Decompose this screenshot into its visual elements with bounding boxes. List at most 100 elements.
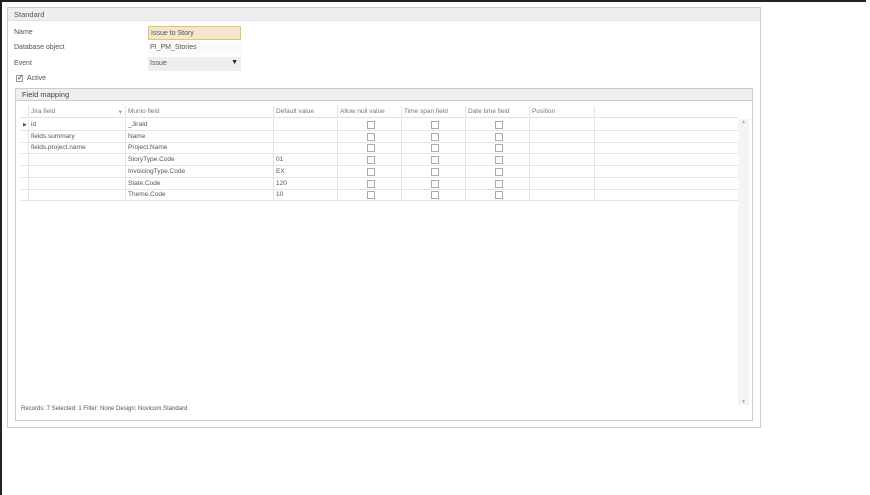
cell-position[interactable] <box>530 130 595 142</box>
cell-time-span[interactable] <box>402 130 466 142</box>
column-header-allow-null[interactable]: Allow null value <box>338 106 402 117</box>
cell-jira-field[interactable]: fields.project.name <box>29 142 126 154</box>
allow-null-checkbox[interactable] <box>367 191 375 200</box>
cell-time-span[interactable] <box>402 119 466 130</box>
date-time-checkbox[interactable] <box>495 144 503 153</box>
cell-time-span[interactable] <box>402 189 466 201</box>
cell-time-span[interactable] <box>402 142 466 154</box>
cell-time-span[interactable] <box>402 154 466 166</box>
scroll-up-icon: ▲ <box>741 119 746 125</box>
table-row[interactable]: InvoicingType.Code EX <box>21 165 738 178</box>
cell-time-span[interactable] <box>402 165 466 177</box>
active-checkbox[interactable]: ✓ Active <box>16 73 47 83</box>
allow-null-checkbox[interactable] <box>367 167 375 176</box>
column-header-munio-field[interactable]: Munio field <box>126 106 274 117</box>
date-time-checkbox[interactable] <box>495 191 503 200</box>
event-select[interactable]: Issue ▼ <box>148 57 241 71</box>
table-row[interactable]: StoryType.Code 01 <box>21 154 738 167</box>
column-header-default-value[interactable]: Default value <box>274 106 338 117</box>
cell-jira-field[interactable] <box>29 154 126 166</box>
cell-allow-null[interactable] <box>338 154 402 166</box>
database-object-field: PI_PM_Stories <box>148 41 241 55</box>
cell-allow-null[interactable] <box>338 189 402 201</box>
field-mapping-group: Field mapping Jira field ▾ Munio field De… <box>15 88 753 421</box>
cell-default-value[interactable] <box>274 119 338 130</box>
cell-allow-null[interactable] <box>338 177 402 189</box>
cell-default-value[interactable]: 10 <box>274 189 338 201</box>
table-row[interactable]: Theme.Code 10 <box>21 189 738 202</box>
cell-jira-field[interactable]: id <box>29 119 126 130</box>
cell-date-time[interactable] <box>466 130 530 142</box>
vertical-scrollbar[interactable]: ▲ ▼ <box>738 119 749 405</box>
allow-null-checkbox[interactable] <box>367 179 375 188</box>
cell-munio-field[interactable]: StoryType.Code <box>126 154 274 166</box>
cell-jira-field[interactable] <box>29 189 126 201</box>
cell-allow-null[interactable] <box>338 142 402 154</box>
cell-date-time[interactable] <box>466 189 530 201</box>
current-row-icon: ▶ <box>23 122 27 128</box>
row-indicator <box>21 189 29 201</box>
column-header-date-time[interactable]: Date time field <box>466 106 530 117</box>
time-span-checkbox[interactable] <box>431 191 439 200</box>
cell-default-value[interactable] <box>274 130 338 142</box>
name-input[interactable]: Issue to Story <box>148 26 241 40</box>
allow-null-checkbox[interactable] <box>367 156 375 165</box>
cell-default-value[interactable]: 01 <box>274 154 338 166</box>
table-row[interactable]: ▶ id _JiraId <box>21 119 738 131</box>
window-frame-left <box>0 0 2 495</box>
cell-position[interactable] <box>530 189 595 201</box>
cell-allow-null[interactable] <box>338 165 402 177</box>
time-span-checkbox[interactable] <box>431 179 439 188</box>
cell-jira-field[interactable]: fields.summary <box>29 130 126 142</box>
active-label: Active <box>26 75 47 83</box>
cell-position[interactable] <box>530 142 595 154</box>
scroll-down-icon: ▼ <box>741 399 746 405</box>
grid-header: Jira field ▾ Munio field Default value Al… <box>21 106 738 118</box>
allow-null-checkbox[interactable] <box>367 144 375 153</box>
time-span-checkbox[interactable] <box>431 167 439 176</box>
time-span-checkbox[interactable] <box>431 121 439 129</box>
cell-munio-field[interactable]: Project.Name <box>126 142 274 154</box>
allow-null-checkbox[interactable] <box>367 132 375 141</box>
cell-position[interactable] <box>530 177 595 189</box>
date-time-checkbox[interactable] <box>495 121 503 129</box>
column-header-position[interactable]: Position <box>530 106 595 117</box>
cell-position[interactable] <box>530 119 595 130</box>
cell-jira-field[interactable] <box>29 165 126 177</box>
date-time-checkbox[interactable] <box>495 132 503 141</box>
table-row[interactable]: State.Code 120 <box>21 177 738 190</box>
cell-default-value[interactable]: EX <box>274 165 338 177</box>
cell-date-time[interactable] <box>466 154 530 166</box>
cell-munio-field[interactable]: InvoicingType.Code <box>126 165 274 177</box>
column-header-time-span[interactable]: Time span field <box>402 106 466 117</box>
cell-position[interactable] <box>530 154 595 166</box>
event-value: Issue <box>150 60 167 67</box>
cell-time-span[interactable] <box>402 177 466 189</box>
date-time-checkbox[interactable] <box>495 167 503 176</box>
cell-munio-field[interactable]: Theme.Code <box>126 189 274 201</box>
cell-allow-null[interactable] <box>338 130 402 142</box>
cell-date-time[interactable] <box>466 119 530 130</box>
time-span-checkbox[interactable] <box>431 156 439 165</box>
cell-munio-field[interactable]: Name <box>126 130 274 142</box>
table-row[interactable]: fields.summary Name <box>21 130 738 143</box>
cell-date-time[interactable] <box>466 165 530 177</box>
allow-null-checkbox[interactable] <box>367 121 375 129</box>
cell-allow-null[interactable] <box>338 119 402 130</box>
time-span-checkbox[interactable] <box>431 144 439 153</box>
cell-position[interactable] <box>530 165 595 177</box>
date-time-checkbox[interactable] <box>495 179 503 188</box>
row-indicator <box>21 142 29 154</box>
cell-default-value[interactable] <box>274 142 338 154</box>
date-time-checkbox[interactable] <box>495 156 503 165</box>
cell-munio-field[interactable]: _JiraId <box>126 119 274 130</box>
time-span-checkbox[interactable] <box>431 132 439 141</box>
field-mapping-title: Field mapping <box>16 89 752 101</box>
column-header-jira-field[interactable]: Jira field ▾ <box>29 106 126 117</box>
cell-munio-field[interactable]: State.Code <box>126 177 274 189</box>
cell-date-time[interactable] <box>466 142 530 154</box>
cell-date-time[interactable] <box>466 177 530 189</box>
cell-jira-field[interactable] <box>29 177 126 189</box>
cell-default-value[interactable]: 120 <box>274 177 338 189</box>
table-row[interactable]: fields.project.name Project.Name <box>21 142 738 155</box>
